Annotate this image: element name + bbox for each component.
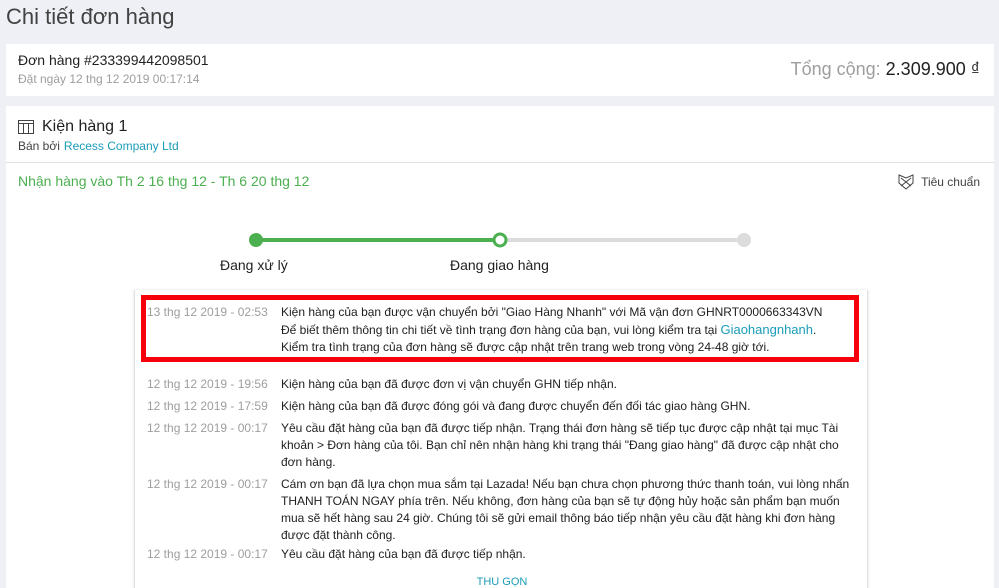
progress-tracker xyxy=(249,232,751,248)
total-label: Tổng cộng: xyxy=(790,59,886,79)
progress-step-done xyxy=(249,233,263,247)
package-card: Kiện hàng 1 Bán bởi Recess Company Ltd Nh… xyxy=(6,106,994,588)
event-message: Yêu cầu đặt hàng của bạn đã được tiếp nh… xyxy=(281,547,526,561)
total-amount: 2.309.900 ₫ xyxy=(885,59,980,79)
sold-by-label: Bán bởi xyxy=(18,139,60,153)
delivery-window: Nhận hàng vào Th 2 16 thg 12 - Th 6 20 t… xyxy=(18,173,310,189)
event-time: 12 thg 12 2019 - 19:56 xyxy=(147,377,268,391)
event-time: 12 thg 12 2019 - 00:17 xyxy=(147,547,268,561)
step-label-processing: Đang xử lý xyxy=(220,257,288,273)
highlight-box xyxy=(141,295,859,362)
order-summary-card: Đơn hàng #233399442098501 Đặt ngày 12 th… xyxy=(6,44,994,96)
tracking-timeline: 13 thg 12 2019 - 02:53 Kiện hàng của bạn… xyxy=(134,290,868,588)
event-message: Cám ơn bạn đã lựa chọn mua sắm tại Lazad… xyxy=(281,477,850,542)
progress-step-pending xyxy=(737,233,751,247)
sold-by: Bán bởi Recess Company Ltd xyxy=(18,139,179,153)
shipping-type-label: Tiêu chuẩn xyxy=(921,175,980,189)
package-title: Kiện hàng 1 xyxy=(42,118,128,135)
order-number: Đơn hàng #233399442098501 xyxy=(18,52,209,68)
collapse-button[interactable]: THU GỌN xyxy=(135,576,869,588)
order-placed-date: Đặt ngày 12 thg 12 2019 00:17:14 xyxy=(18,72,200,86)
delivery-icon xyxy=(897,173,915,191)
package-header: Kiện hàng 1 xyxy=(18,118,127,136)
package-icon xyxy=(18,120,34,134)
event-message: Kiện hàng của bạn đã được đóng gói và đa… xyxy=(281,399,751,413)
order-total: Tổng cộng: 2.309.900 ₫ xyxy=(791,59,980,80)
event-time: 12 thg 12 2019 - 00:17 xyxy=(147,477,268,491)
event-time: 12 thg 12 2019 - 17:59 xyxy=(147,399,268,413)
event-time: 12 thg 12 2019 - 00:17 xyxy=(147,421,268,435)
divider xyxy=(6,162,994,163)
progress-step-current xyxy=(492,232,508,248)
shipping-type: Tiêu chuẩn xyxy=(897,173,980,191)
page-title: Chi tiết đơn hàng xyxy=(6,4,175,29)
step-label-shipping: Đang giao hàng xyxy=(450,257,549,273)
event-message: Kiện hàng của bạn đã được đơn vị vận chu… xyxy=(281,377,617,391)
seller-link[interactable]: Recess Company Ltd xyxy=(64,139,179,153)
event-message: Yêu cầu đặt hàng của bạn đã được tiếp nh… xyxy=(281,421,839,469)
